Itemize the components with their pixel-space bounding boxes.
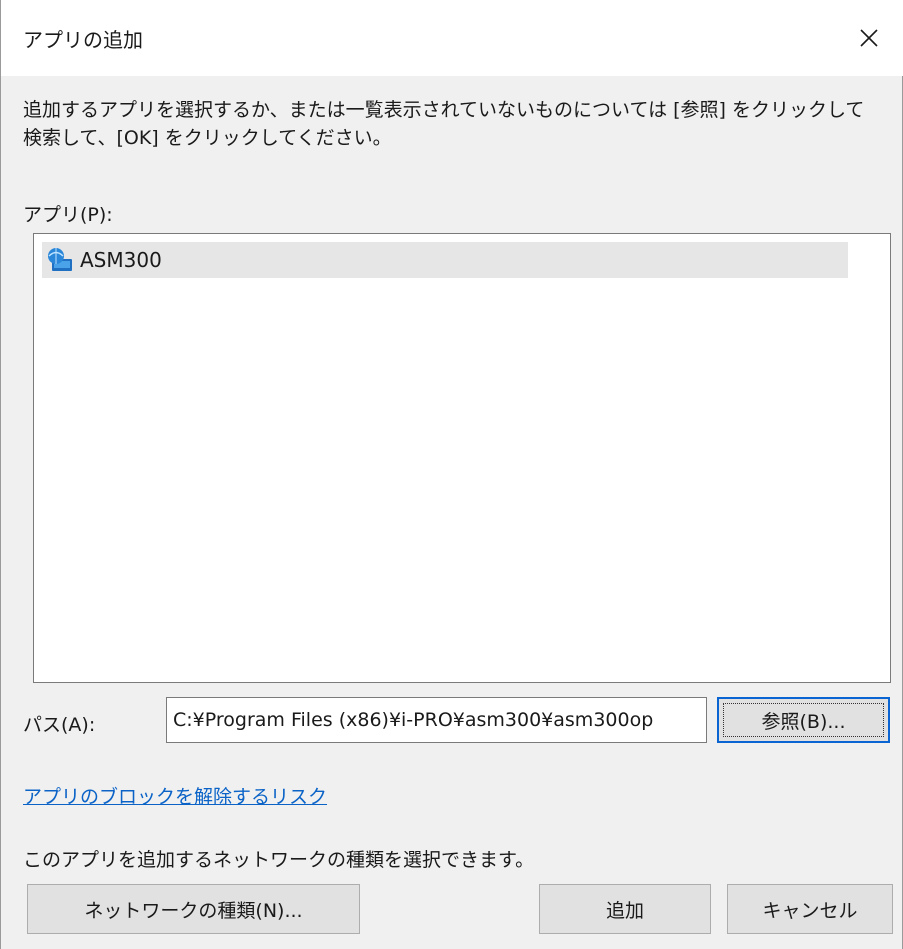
- unblock-risk-link[interactable]: アプリのブロックを解除するリスク: [23, 782, 327, 809]
- network-type-description: このアプリを追加するネットワークの種類を選択できます。: [23, 849, 535, 871]
- add-app-dialog: アプリの追加 追加するアプリを選択するか、または一覧表示されていないものについて…: [0, 0, 903, 949]
- cancel-button-label: キャンセル: [762, 899, 858, 922]
- add-button-label: 追加: [605, 899, 644, 922]
- instruction-text: 追加するアプリを選択するか、または一覧表示されていないものについては [参照] …: [23, 99, 865, 149]
- browse-button-label: 参照(B)...: [761, 710, 846, 733]
- title-bar: アプリの追加: [1, 0, 903, 76]
- close-icon: [859, 28, 879, 48]
- network-type-button[interactable]: ネットワークの種類(N)...: [27, 884, 360, 934]
- list-item-label: ASM300: [80, 248, 162, 272]
- browse-button[interactable]: 参照(B)...: [717, 697, 890, 743]
- path-label: パス(A):: [23, 714, 96, 736]
- apps-label: アプリ(P):: [23, 204, 113, 226]
- network-app-icon: [46, 247, 76, 273]
- apps-listbox[interactable]: ASM300: [33, 233, 891, 683]
- network-type-button-label: ネットワークの種類(N)...: [84, 899, 303, 922]
- path-input[interactable]: [166, 697, 707, 743]
- dialog-title: アプリの追加: [23, 28, 143, 52]
- add-button[interactable]: 追加: [539, 884, 711, 934]
- cancel-button[interactable]: キャンセル: [727, 884, 893, 934]
- list-item[interactable]: ASM300: [42, 242, 848, 278]
- close-button[interactable]: [834, 0, 903, 76]
